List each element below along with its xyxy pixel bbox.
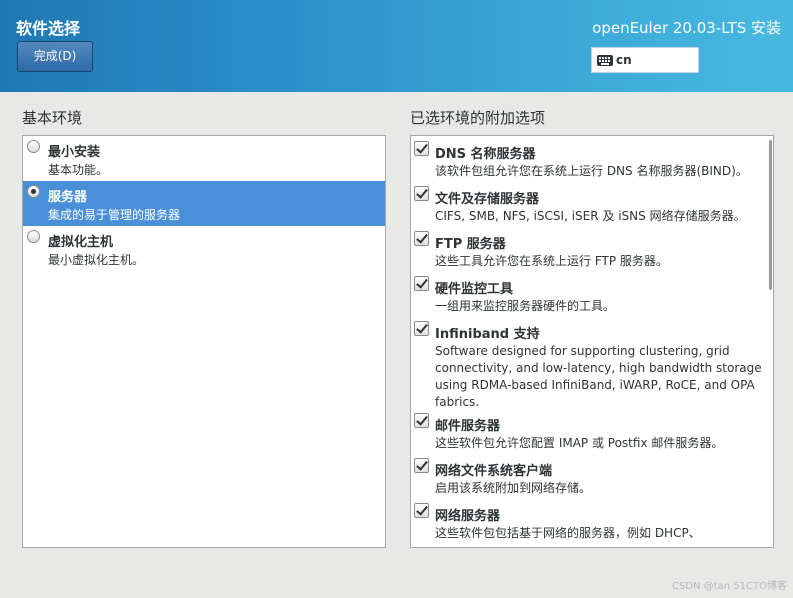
environment-description: 集成的易于管理的服务器 [48, 208, 181, 222]
checkbox-checked[interactable] [414, 413, 429, 428]
radio-button[interactable] [27, 140, 40, 153]
addon-item-hardware-monitoring[interactable]: 硬件监控工具 一组用来监控服务器硬件的工具。 [411, 274, 766, 319]
addon-item-ftp-server[interactable]: FTP 服务器 这些工具允许您在系统上运行 FTP 服务器。 [411, 229, 766, 274]
done-button[interactable]: 完成(D) [17, 41, 93, 72]
radio-button[interactable] [27, 230, 40, 243]
addon-description: 该软件包组允许您在系统上运行 DNS 名称服务器(BIND)。 [435, 164, 748, 178]
addons-heading: 已选环境的附加选项 [410, 109, 546, 127]
addon-item-mail-server[interactable]: 邮件服务器 这些软件包允许您配置 IMAP 或 Postfix 邮件服务器。 [411, 411, 766, 456]
addon-name: 网络文件系统客户端 [435, 464, 553, 479]
addon-name: 网络服务器 [435, 509, 501, 524]
header-bar: 软件选择 完成(D) openEuler 20.03-LTS 安装 cn [0, 0, 793, 92]
scrollbar-thumb[interactable] [769, 140, 772, 290]
environment-description: 基本功能。 [48, 163, 109, 177]
addon-name: 文件及存储服务器 [435, 192, 540, 207]
checkbox-checked[interactable] [414, 458, 429, 473]
product-title: openEuler 20.03-LTS 安装 [592, 19, 781, 37]
addons-list: DNS 名称服务器 该软件包组允许您在系统上运行 DNS 名称服务器(BIND)… [410, 135, 774, 548]
addon-item-network-file-system-client[interactable]: 网络文件系统客户端 启用该系统附加到网络存储。 [411, 456, 766, 501]
environment-list: 最小安装 基本功能。 服务器 集成的易于管理的服务器 虚拟化主机 最小虚拟化主机… [22, 135, 386, 548]
page-title: 软件选择 [16, 19, 81, 38]
addon-name: 硬件监控工具 [435, 282, 514, 297]
addon-item-infiniband[interactable]: Infiniband 支持 Software designed for supp… [411, 319, 766, 411]
addon-item-file-storage-server[interactable]: 文件及存储服务器 CIFS, SMB, NFS, iSCSI, iSER 及 i… [411, 184, 766, 229]
checkbox-checked[interactable] [414, 231, 429, 246]
addon-name: DNS 名称服务器 [435, 147, 536, 162]
addon-item-dns-server[interactable]: DNS 名称服务器 该软件包组允许您在系统上运行 DNS 名称服务器(BIND)… [411, 139, 766, 184]
checkbox-checked[interactable] [414, 321, 429, 336]
addon-name: Infiniband 支持 [435, 327, 540, 342]
checkbox-checked[interactable] [414, 276, 429, 291]
environment-item-virtualization-host[interactable]: 虚拟化主机 最小虚拟化主机。 [23, 226, 385, 271]
checkbox-checked[interactable] [414, 141, 429, 156]
environment-name: 服务器 [48, 190, 88, 205]
addon-name: FTP 服务器 [435, 237, 506, 252]
environment-item-minimal[interactable]: 最小安装 基本功能。 [23, 136, 385, 181]
watermark: CSDN @tan 51CTO博客 [672, 581, 787, 592]
addon-description: 启用该系统附加到网络存储。 [435, 481, 592, 495]
environment-name: 虚拟化主机 [48, 235, 114, 250]
addon-item-network-server[interactable]: 网络服务器 这些软件包包括基于网络的服务器，例如 DHCP、 [411, 501, 766, 546]
addon-description: 这些软件包包括基于网络的服务器，例如 DHCP、 [435, 526, 701, 540]
keyboard-layout-label: cn [616, 53, 632, 67]
keyboard-layout-indicator[interactable]: cn [591, 47, 699, 73]
environment-description: 最小虚拟化主机。 [48, 253, 145, 267]
environment-name: 最小安装 [48, 145, 101, 160]
addon-name: 邮件服务器 [435, 419, 501, 434]
addon-description: 这些工具允许您在系统上运行 FTP 服务器。 [435, 254, 668, 268]
addon-description: Software designed for supporting cluster… [435, 344, 762, 409]
addon-description: CIFS, SMB, NFS, iSCSI, iSER 及 iSNS 网络存储服… [435, 209, 746, 223]
keyboard-icon [597, 55, 613, 66]
addon-description: 这些软件包允许您配置 IMAP 或 Postfix 邮件服务器。 [435, 436, 724, 450]
environment-heading: 基本环境 [22, 109, 83, 127]
addon-description: 一组用来监控服务器硬件的工具。 [435, 299, 616, 313]
radio-button-selected[interactable] [27, 185, 40, 198]
environment-item-server[interactable]: 服务器 集成的易于管理的服务器 [23, 181, 385, 226]
checkbox-checked[interactable] [414, 186, 429, 201]
checkbox-checked[interactable] [414, 503, 429, 518]
